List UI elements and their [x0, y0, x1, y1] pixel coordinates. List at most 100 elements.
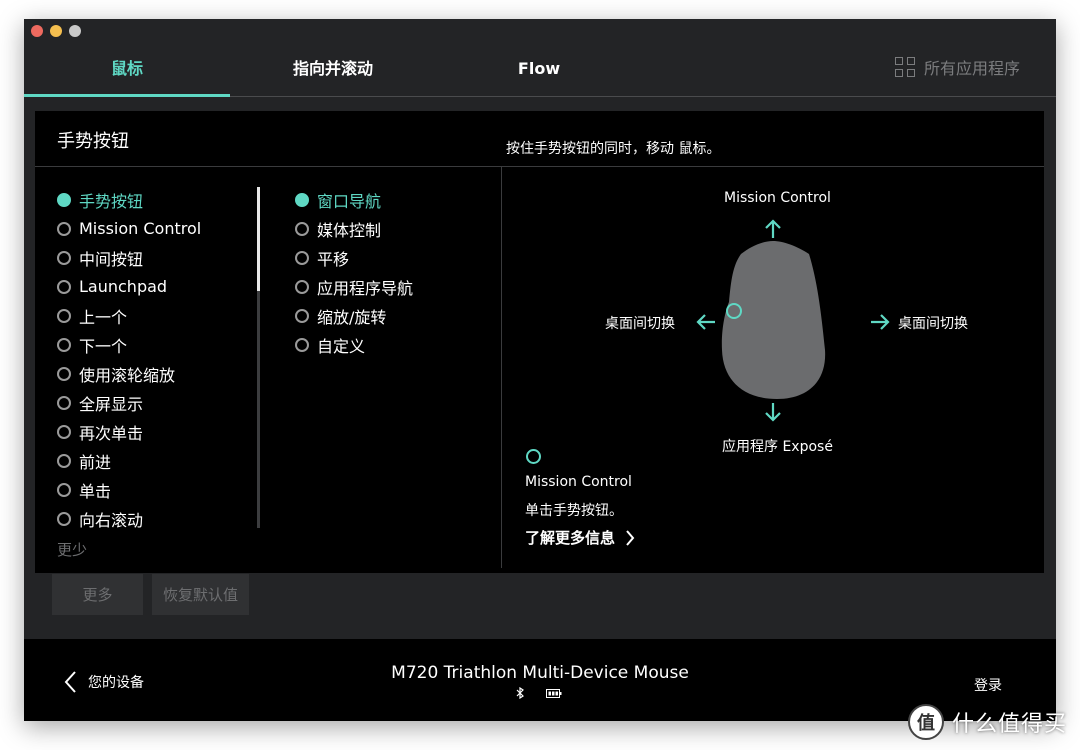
arrow-up-icon [765, 219, 781, 238]
battery-icon [546, 688, 562, 698]
radio-unselected-icon[interactable] [295, 279, 309, 294]
login-button[interactable]: 登录 [974, 675, 1002, 695]
gesture-mode-option[interactable]: 缩放/旋转 [295, 301, 413, 330]
app-window: 鼠标 指向并滚动 Flow 所有应用程序 手势按钮 按住手势按钮的同时，移动 鼠… [24, 19, 1056, 721]
scrollbar[interactable] [257, 187, 260, 528]
panel-title: 手势按钮 [57, 131, 129, 152]
radio-unselected-icon[interactable] [295, 308, 309, 323]
watermark-logo: 值 [908, 704, 944, 740]
button-function-option[interactable]: 上一个 [57, 301, 201, 330]
radio-unselected-icon[interactable] [295, 221, 309, 236]
restore-defaults-button[interactable]: 恢复默认值 [152, 574, 249, 615]
radio-unselected-icon[interactable] [295, 250, 309, 265]
gesture-mode-option-label: 自定义 [317, 336, 366, 356]
gesture-mode-option-label: 媒体控制 [317, 220, 382, 240]
button-function-option-label: 单击 [79, 481, 112, 501]
gesture-right-label: 桌面间切换 [898, 316, 968, 332]
all-applications-label: 所有应用程序 [923, 59, 1020, 78]
gesture-left-label: 桌面间切换 [605, 316, 675, 332]
info-description: 单击手势按钮。 [525, 503, 623, 519]
radio-selected-icon[interactable] [57, 192, 71, 207]
gesture-mode-option-label: 应用程序导航 [317, 278, 414, 298]
mouse-illustration [721, 241, 826, 399]
radio-unselected-icon[interactable] [57, 395, 71, 410]
chevron-right-icon [626, 529, 635, 546]
show-less-link[interactable]: 更少 [57, 539, 87, 560]
button-function-option[interactable]: 单击 [57, 475, 201, 504]
button-function-option[interactable]: 中间按钮 [57, 243, 201, 272]
button-function-option[interactable]: 下一个 [57, 330, 201, 359]
radio-unselected-icon[interactable] [57, 250, 71, 265]
arrow-left-icon [696, 314, 715, 330]
button-function-option[interactable]: 手势按钮 [57, 185, 201, 214]
panel-hint: 按住手势按钮的同时，移动 鼠标。 [506, 141, 721, 157]
button-function-option-label: 下一个 [79, 336, 128, 356]
radio-unselected-icon[interactable] [57, 453, 71, 468]
tab-mouse[interactable]: 鼠标 [24, 49, 230, 97]
scrollbar-thumb[interactable] [257, 187, 260, 291]
watermark-text: 什么值得买 [952, 712, 1068, 737]
button-function-option[interactable]: 向右滚动 [57, 504, 201, 533]
button-function-option-label: 全屏显示 [79, 394, 144, 414]
button-function-option-label: 前进 [79, 452, 112, 472]
arrow-down-icon [765, 403, 781, 422]
device-bar: 您的设备 M720 Triathlon Multi-Device Mouse 登… [24, 639, 1056, 721]
button-function-option-label: Mission Control [79, 219, 202, 238]
radio-unselected-icon[interactable] [57, 482, 71, 497]
gesture-diagram: Mission Control 桌面间切换 桌面间切换 应用程序 Exposé [502, 167, 1044, 573]
gesture-mode-option[interactable]: 应用程序导航 [295, 272, 413, 301]
tab-point-and-scroll-label: 指向并滚动 [292, 59, 373, 78]
gesture-mode-option[interactable]: 窗口导航 [295, 185, 413, 214]
gesture-mode-list: 窗口导航媒体控制平移应用程序导航 缩放/旋转自定义 [295, 185, 413, 359]
gesture-mode-option-label: 缩放/旋转 [317, 307, 387, 327]
learn-more-label: 了解更多信息 [525, 529, 616, 547]
radio-unselected-icon[interactable] [295, 337, 309, 352]
button-function-option[interactable]: 使用滚轮缩放 [57, 359, 201, 388]
device-name: M720 Triathlon Multi-Device Mouse [391, 663, 689, 683]
gesture-mode-option[interactable]: 自定义 [295, 330, 413, 359]
watermark: 值 什么值得买 [908, 704, 1067, 740]
button-function-option-label: 手势按钮 [79, 191, 144, 211]
tab-flow-label: Flow [517, 59, 561, 78]
radio-unselected-icon[interactable] [57, 366, 71, 381]
gesture-mode-option-label: 窗口导航 [317, 191, 382, 211]
radio-unselected-icon[interactable] [57, 511, 71, 526]
gesture-button-marker-icon [526, 449, 541, 464]
radio-unselected-icon[interactable] [57, 308, 71, 323]
button-function-option-label: 使用滚轮缩放 [79, 365, 176, 385]
panel-header: 手势按钮 按住手势按钮的同时，移动 鼠标。 [35, 111, 1044, 167]
button-function-option-label: 上一个 [79, 307, 128, 327]
radio-unselected-icon[interactable] [57, 221, 71, 236]
button-function-option[interactable]: 前进 [57, 446, 201, 475]
learn-more-link[interactable]: 了解更多信息 [525, 527, 635, 548]
button-function-option[interactable]: Mission Control [57, 214, 201, 243]
radio-unselected-icon[interactable] [57, 424, 71, 439]
radio-unselected-icon[interactable] [57, 279, 71, 294]
all-applications-button[interactable]: 所有应用程序 [894, 55, 1020, 79]
gesture-up-label: Mission Control [724, 190, 831, 206]
info-title: Mission Control [525, 474, 632, 490]
settings-panel: 手势按钮 按住手势按钮的同时，移动 鼠标。 手势按钮 Mission Contro… [35, 111, 1044, 573]
radio-unselected-icon[interactable] [57, 337, 71, 352]
device-status [516, 687, 562, 699]
button-function-option-label: Launchpad [79, 277, 168, 296]
tab-flow[interactable]: Flow [436, 49, 642, 96]
gesture-mode-option-label: 平移 [317, 249, 350, 269]
arrow-right-icon [871, 314, 890, 330]
gesture-mode-option[interactable]: 平移 [295, 243, 413, 272]
button-function-option-label: 向右滚动 [79, 510, 144, 530]
grid-icon [894, 57, 915, 77]
more-button[interactable]: 更多 [52, 574, 143, 615]
radio-selected-icon[interactable] [295, 192, 309, 207]
bluetooth-icon [516, 687, 524, 699]
button-function-list: 手势按钮 Mission Control 中间按钮 Launchpad 上一个下一个使用… [57, 185, 201, 533]
button-function-option-label: 中间按钮 [79, 249, 144, 269]
gesture-mode-option[interactable]: 媒体控制 [295, 214, 413, 243]
button-function-option[interactable]: 再次单击 [57, 417, 201, 446]
tab-bar: 鼠标 指向并滚动 Flow 所有应用程序 [24, 19, 1056, 97]
tab-point-and-scroll[interactable]: 指向并滚动 [230, 49, 436, 96]
button-function-option[interactable]: 全屏显示 [57, 388, 201, 417]
button-function-option[interactable]: Launchpad [57, 272, 201, 301]
tab-mouse-label: 鼠标 [110, 59, 143, 78]
button-function-option-label: 再次单击 [79, 423, 144, 443]
